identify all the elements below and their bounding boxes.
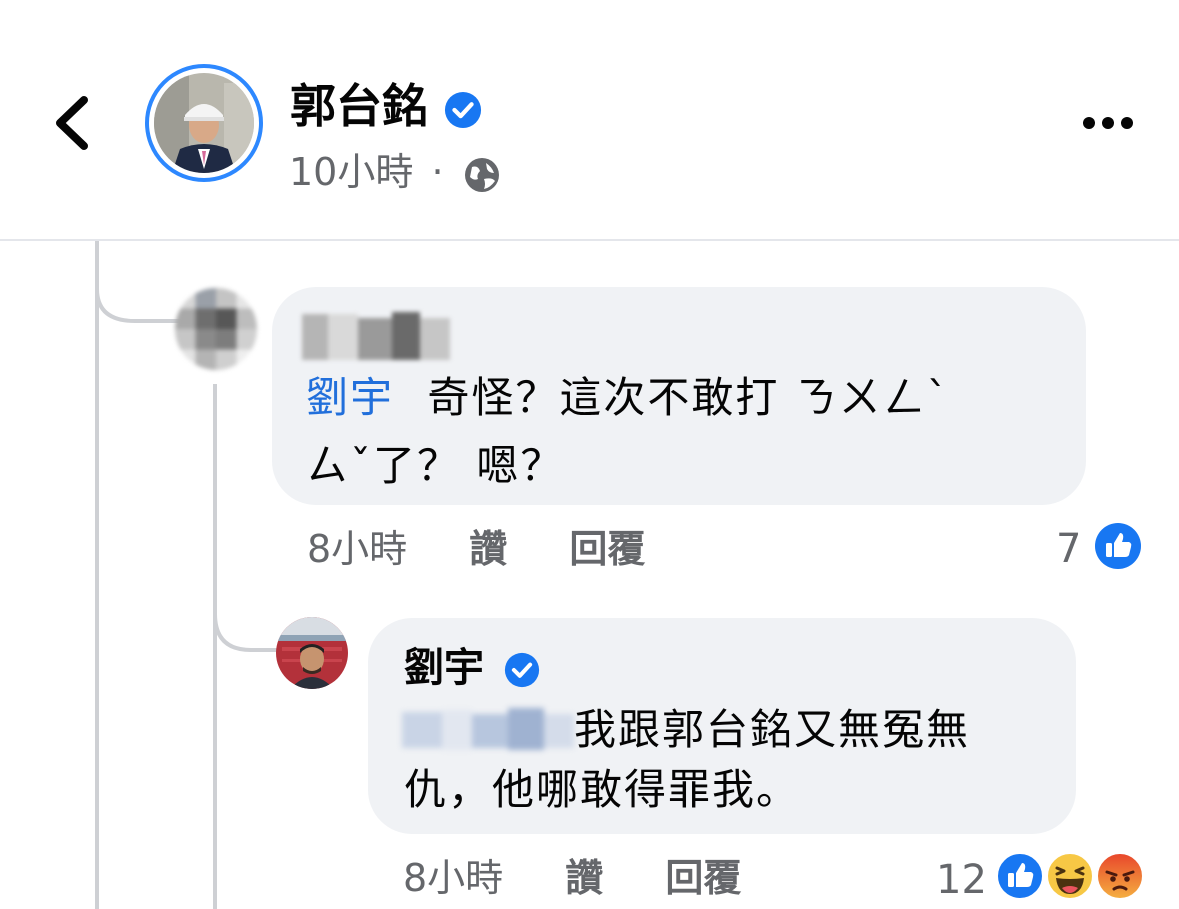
comment-text-1: 劉宇 奇怪？這次不敢打 ㄋㄨㄥˋ ㄙˇ了？ 嗯？ xyxy=(306,364,1066,500)
like-icon[interactable] xyxy=(1094,522,1142,570)
haha-icon[interactable] xyxy=(1046,852,1094,900)
thread-connector-2 xyxy=(213,584,279,652)
more-options-icon[interactable] xyxy=(1080,108,1136,138)
reply-author-avatar[interactable] xyxy=(276,617,348,689)
verified-badge-icon xyxy=(444,91,482,128)
mention-tag-blurred[interactable] xyxy=(402,706,574,752)
thread-connector-1 xyxy=(95,241,183,323)
post-header: 郭台銘 10小時 · xyxy=(0,0,1179,240)
author-name-row: 郭台銘 xyxy=(290,74,482,138)
chevron-left-icon[interactable] xyxy=(48,92,98,154)
reply-author-row: 劉宇 xyxy=(404,640,540,696)
comment-1-time[interactable]: 8小時 xyxy=(307,527,407,571)
angry-icon[interactable] xyxy=(1096,852,1144,900)
post-time[interactable]: 10小時 xyxy=(289,150,413,194)
author-name[interactable]: 郭台銘 xyxy=(290,79,428,133)
thread-line-main xyxy=(95,241,99,909)
comment-2-actions: 8小時 讚 回覆 xyxy=(403,853,741,903)
commenter-avatar-blurred[interactable] xyxy=(175,288,257,370)
comment-1-reaction-count[interactable]: 7 xyxy=(1056,524,1081,574)
reply-button[interactable]: 回覆 xyxy=(665,856,741,900)
like-button[interactable]: 讚 xyxy=(469,527,507,571)
post-meta: 10小時 · xyxy=(289,144,502,200)
comment-1-line-2: ㄙˇ了？ 嗯？ xyxy=(306,441,565,490)
comment-2-line-1: 我跟郭台銘又無冤無 xyxy=(574,705,971,754)
comment-2-reaction-count[interactable]: 12 xyxy=(936,855,987,905)
author-avatar[interactable] xyxy=(145,64,263,182)
commenter-name-blurred[interactable] xyxy=(302,310,452,364)
comment-1-actions: 8小時 讚 回覆 xyxy=(307,524,645,574)
comment-2-line-2: 仇，他哪敢得罪我。 xyxy=(404,765,801,814)
meta-separator: · xyxy=(431,150,444,194)
reply-author-name[interactable]: 劉宇 xyxy=(404,645,484,691)
comment-thread-page: 郭台銘 10小時 · 劉宇 奇怪？這次不敢打 ㄋㄨㄥˋ ㄙˇ了？ 嗯？ 8小時 … xyxy=(0,0,1179,909)
reply-button[interactable]: 回覆 xyxy=(569,527,645,571)
like-icon[interactable] xyxy=(996,852,1044,900)
verified-badge-icon xyxy=(504,652,540,688)
comment-1-line-1: 奇怪？這次不敢打 ㄋㄨㄥˋ xyxy=(427,373,950,422)
mention-tag[interactable]: 劉宇 xyxy=(306,373,394,422)
like-button[interactable]: 讚 xyxy=(565,856,603,900)
globe-icon xyxy=(464,157,499,192)
comment-2-time[interactable]: 8小時 xyxy=(403,856,503,900)
